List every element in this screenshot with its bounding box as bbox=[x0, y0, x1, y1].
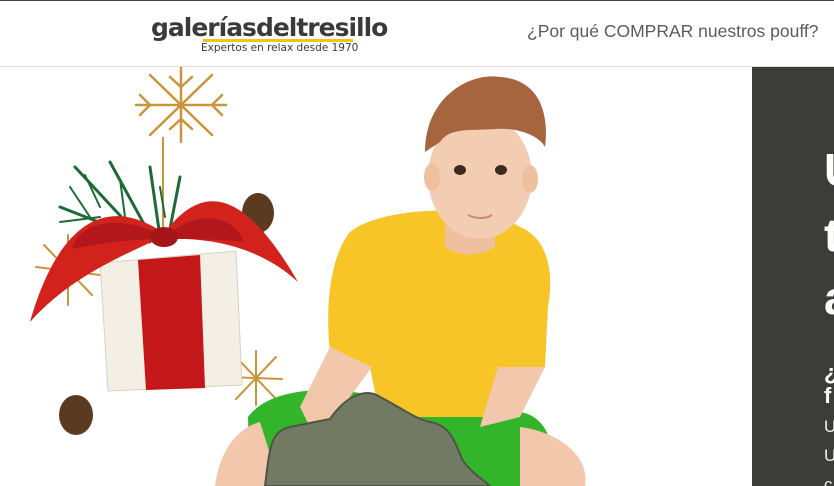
promo-heading-line-2: t bbox=[824, 209, 834, 261]
promo-subheading-line-2: f bbox=[824, 383, 832, 408]
top-navigation-bar: galeríasdeltresillo Expertos en relax de… bbox=[0, 0, 834, 67]
hero-image bbox=[0, 67, 752, 486]
pine-cone-icon bbox=[59, 395, 93, 435]
gift-box-icon bbox=[30, 201, 298, 392]
promo-subheading-line-1: ¿ bbox=[824, 362, 834, 384]
hero-illustration bbox=[30, 67, 586, 486]
promo-body-line-1: U bbox=[824, 417, 834, 436]
promo-heading-line-1: U bbox=[824, 137, 834, 203]
brand-logo[interactable]: galeríasdeltresillo Expertos en relax de… bbox=[151, 13, 388, 59]
nav-link-why-buy[interactable]: ¿Por qué COMPRAR nuestros pouff? bbox=[527, 21, 818, 42]
promo-side-panel: U t a ¿ f U U c bbox=[752, 67, 834, 486]
promo-body-line-3: c bbox=[824, 475, 833, 486]
promo-body-line-2: U bbox=[824, 446, 834, 465]
snowflake-ornament-icon bbox=[134, 67, 228, 144]
logo-tagline: Expertos en relax desde 1970 bbox=[201, 42, 359, 54]
promo-heading-line-3: a bbox=[824, 265, 834, 331]
